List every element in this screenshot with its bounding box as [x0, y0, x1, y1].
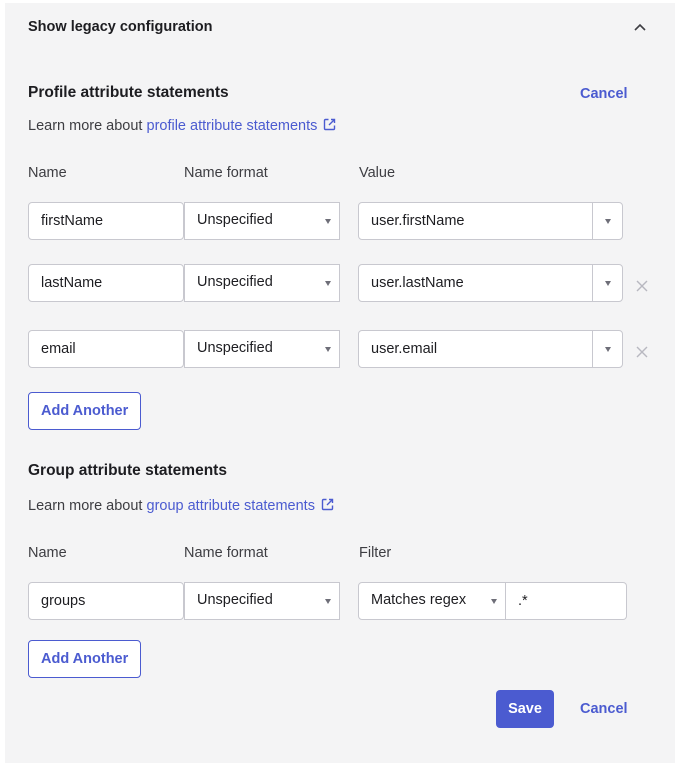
group-learn-more-link[interactable]: group attribute statements	[147, 498, 315, 514]
filter-value-input[interactable]: .*	[506, 582, 627, 620]
external-link-icon[interactable]	[323, 118, 336, 131]
learn-more-prefix: Learn more about	[28, 498, 147, 514]
attribute-value-combobox[interactable]: user.lastName	[358, 264, 623, 302]
caret-down-icon[interactable]	[605, 281, 611, 286]
filter-type-value: Matches regex	[371, 592, 467, 608]
column-name-label: Name	[28, 165, 67, 181]
name-format-select[interactable]: Unspecified	[184, 202, 340, 240]
save-button[interactable]: Save	[496, 690, 554, 728]
group-name-input[interactable]: groups	[28, 582, 184, 620]
column-name-format-label: Name format	[184, 545, 268, 561]
combo-divider	[592, 331, 593, 367]
chevron-up-icon[interactable]	[633, 20, 647, 34]
name-format-value: Unspecified	[197, 274, 273, 290]
name-format-value: Unspecified	[197, 212, 273, 228]
column-filter-label: Filter	[359, 545, 392, 561]
cancel-button[interactable]: Cancel	[580, 701, 628, 717]
remove-row-icon[interactable]	[636, 346, 648, 358]
profile-cancel-button[interactable]: Cancel	[580, 86, 628, 102]
filter-type-select[interactable]: Matches regex	[358, 582, 506, 620]
group-name-format-select[interactable]: Unspecified	[184, 582, 340, 620]
group-section-title: Group attribute statements	[28, 462, 227, 479]
column-name-label: Name	[28, 545, 67, 561]
external-link-icon[interactable]	[321, 498, 334, 511]
attribute-value-combobox[interactable]: user.email	[358, 330, 623, 368]
attribute-name-input[interactable]: firstName	[28, 202, 184, 240]
name-format-select[interactable]: Unspecified	[184, 264, 340, 302]
legacy-configuration-panel: Show legacy configuration Profile attrib…	[5, 3, 675, 763]
profile-learn-more-link[interactable]: profile attribute statements	[147, 118, 318, 134]
name-format-select[interactable]: Unspecified	[184, 330, 340, 368]
attribute-value-text: user.firstName	[371, 213, 465, 229]
caret-down-icon[interactable]	[605, 347, 611, 352]
caret-down-icon	[325, 281, 331, 286]
add-group-attribute-button[interactable]: Add Another	[28, 640, 142, 678]
caret-down-icon[interactable]	[605, 219, 611, 224]
attribute-name-input[interactable]: lastName	[28, 264, 184, 302]
column-name-format-label: Name format	[184, 165, 268, 181]
caret-down-icon	[325, 219, 331, 224]
learn-more-prefix: Learn more about	[28, 118, 147, 134]
caret-down-icon	[325, 599, 331, 604]
caret-down-icon	[491, 599, 497, 604]
remove-row-icon[interactable]	[636, 280, 648, 292]
profile-learn-more: Learn more about profile attribute state…	[28, 118, 336, 134]
name-format-value: Unspecified	[197, 592, 273, 608]
attribute-value-text: user.email	[371, 341, 438, 357]
attribute-value-combobox[interactable]: user.firstName	[358, 202, 623, 240]
name-format-value: Unspecified	[197, 340, 273, 356]
group-learn-more: Learn more about group attribute stateme…	[28, 498, 334, 514]
attribute-name-input[interactable]: email	[28, 330, 184, 368]
column-value-label: Value	[359, 165, 396, 181]
legacy-configuration-toggle[interactable]: Show legacy configuration	[28, 19, 213, 35]
profile-section-title: Profile attribute statements	[28, 84, 229, 101]
add-profile-attribute-button[interactable]: Add Another	[28, 392, 142, 430]
caret-down-icon	[325, 347, 331, 352]
attribute-value-text: user.lastName	[371, 275, 464, 291]
combo-divider	[592, 203, 593, 239]
combo-divider	[592, 265, 593, 301]
